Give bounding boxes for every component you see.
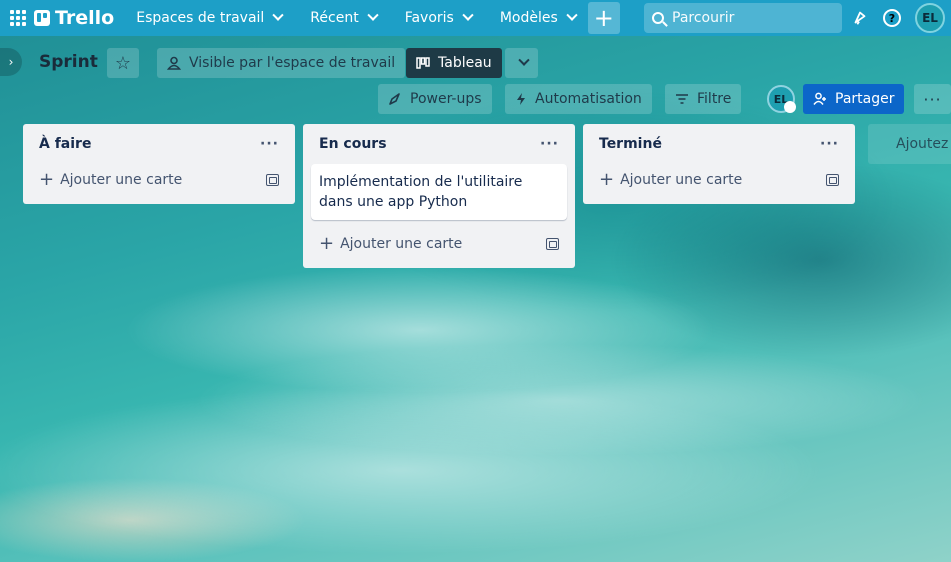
- list-title[interactable]: À faire: [39, 136, 91, 152]
- add-card-left: + Ajouter une carte: [599, 171, 742, 189]
- list-title[interactable]: En cours: [319, 136, 387, 152]
- add-card-label: Ajouter une carte: [620, 172, 743, 188]
- board-title[interactable]: Sprint: [39, 52, 98, 72]
- star-icon: ☆: [114, 52, 132, 74]
- share-label: Partager: [835, 91, 895, 107]
- add-card-left: + Ajouter une carte: [39, 171, 182, 189]
- trello-logo-icon: [34, 10, 50, 26]
- filter-icon: [676, 94, 688, 104]
- add-list-button[interactable]: Ajoutez: [868, 124, 951, 164]
- plus-icon: +: [593, 4, 614, 32]
- chevron-down-icon: [367, 9, 379, 21]
- card-template-icon[interactable]: [266, 174, 279, 186]
- card[interactable]: Implémentation de l'utilitaire dans une …: [311, 164, 567, 220]
- apps-grid-icon[interactable]: [8, 8, 28, 28]
- list-a-faire: À faire ··· + Ajouter une carte: [23, 124, 295, 204]
- more-icon: ···: [923, 89, 942, 109]
- add-card-label: Ajouter une carte: [60, 172, 183, 188]
- automation-button[interactable]: Automatisation: [505, 84, 652, 114]
- add-card-left: + Ajouter une carte: [319, 235, 462, 253]
- card-template-icon[interactable]: [826, 174, 839, 186]
- trello-logo[interactable]: Trello: [34, 7, 114, 29]
- view-board-button[interactable]: Tableau: [406, 48, 502, 78]
- chevron-down-icon: [462, 9, 474, 21]
- card-template-icon[interactable]: [546, 238, 559, 250]
- powerups-label: Power-ups: [410, 91, 482, 107]
- visibility-button[interactable]: Visible par l'espace de travail: [157, 48, 406, 78]
- sidebar-expand-button[interactable]: ›: [0, 48, 22, 76]
- search-input[interactable]: Parcourir: [644, 3, 842, 33]
- plus-icon: +: [599, 169, 615, 190]
- admin-badge-icon: [784, 101, 796, 113]
- add-person-icon: [813, 92, 826, 105]
- filter-label: Filtre: [697, 91, 732, 107]
- menu-recent-label: Récent: [310, 10, 359, 26]
- add-card-button[interactable]: + Ajouter une carte: [311, 228, 567, 260]
- menu-favorites[interactable]: Favoris: [397, 2, 480, 34]
- notification-icon[interactable]: [851, 9, 869, 27]
- plus-icon: +: [39, 169, 55, 190]
- automation-label: Automatisation: [535, 91, 642, 107]
- add-card-button[interactable]: + Ajouter une carte: [591, 164, 847, 196]
- board-icon: [416, 57, 430, 69]
- nav-right: ? EL: [851, 3, 945, 33]
- add-list-label: Ajoutez: [896, 136, 949, 152]
- help-icon[interactable]: ?: [883, 9, 901, 27]
- chevron-down-icon: [566, 9, 578, 21]
- list-menu-icon[interactable]: ···: [260, 136, 279, 152]
- chevron-down-icon: [272, 9, 284, 21]
- search-icon: [652, 12, 664, 24]
- menu-workspaces[interactable]: Espaces de travail: [128, 2, 290, 34]
- avatar-initials: EL: [922, 11, 938, 25]
- lightning-icon: [517, 93, 525, 105]
- logo-text: Trello: [55, 7, 115, 29]
- menu-favorites-label: Favoris: [404, 10, 454, 26]
- card-title: Implémentation de l'utilitaire dans une …: [319, 174, 523, 210]
- add-card-label: Ajouter une carte: [340, 236, 463, 252]
- menu-templates[interactable]: Modèles: [492, 2, 584, 34]
- menu-templates-label: Modèles: [499, 10, 558, 26]
- list-header: En cours ···: [311, 124, 567, 164]
- avatar[interactable]: EL: [915, 3, 945, 33]
- search-placeholder: Parcourir: [672, 10, 735, 26]
- list-termine: Terminé ··· + Ajouter une carte: [583, 124, 855, 204]
- people-icon: [167, 56, 181, 70]
- chevron-down-icon: [517, 54, 530, 66]
- list-header: À faire ···: [31, 124, 287, 164]
- create-button[interactable]: +: [587, 2, 620, 34]
- visibility-label: Visible par l'espace de travail: [189, 55, 396, 71]
- filter-button[interactable]: Filtre: [665, 84, 742, 114]
- list-menu-icon[interactable]: ···: [820, 136, 839, 152]
- list-title[interactable]: Terminé: [599, 136, 662, 152]
- board-menu-button[interactable]: ···: [914, 84, 951, 114]
- view-switcher-button[interactable]: [505, 48, 538, 78]
- powerups-button[interactable]: Power-ups: [378, 84, 492, 114]
- list-en-cours: En cours ··· Implémentation de l'utilita…: [303, 124, 575, 268]
- list-menu-icon[interactable]: ···: [540, 136, 559, 152]
- star-button[interactable]: ☆: [107, 48, 139, 78]
- rocket-icon: [389, 93, 400, 105]
- menu-recent[interactable]: Récent: [302, 2, 384, 34]
- list-header: Terminé ···: [591, 124, 847, 164]
- share-button[interactable]: Partager: [803, 84, 905, 114]
- add-card-button[interactable]: + Ajouter une carte: [31, 164, 287, 196]
- view-label: Tableau: [438, 55, 492, 71]
- menu-workspaces-label: Espaces de travail: [136, 10, 265, 26]
- plus-icon: +: [319, 233, 335, 254]
